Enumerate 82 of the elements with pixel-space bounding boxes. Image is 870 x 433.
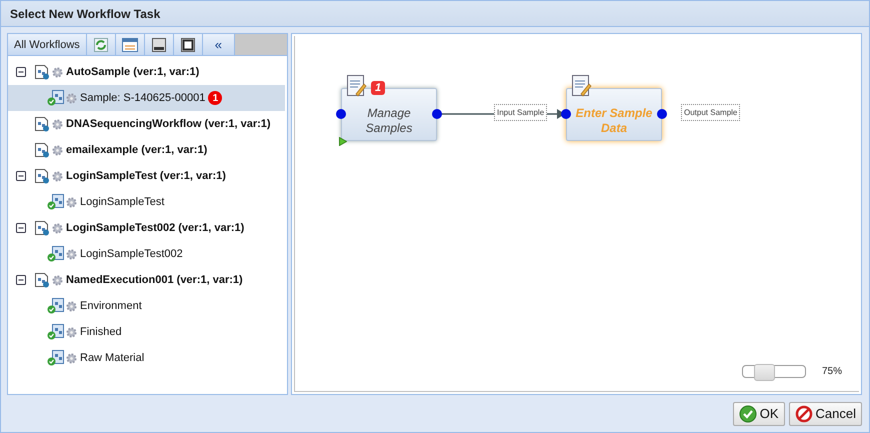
workflow-name: LoginSampleTest (ver:1, var:1) — [66, 170, 226, 182]
task-icon — [47, 194, 64, 210]
port-dot[interactable] — [561, 109, 571, 119]
workflow-name: emailexample (ver:1, var:1) — [66, 144, 208, 156]
task-name: Raw Material — [80, 352, 144, 364]
task-icon — [47, 324, 64, 340]
collapse-icon[interactable] — [16, 171, 26, 181]
zoom-slider[interactable] — [742, 365, 806, 378]
tree-item[interactable]: Finished — [8, 319, 285, 345]
prohibited-icon — [794, 404, 813, 422]
workflow-name: AutoSample (ver:1, var:1) — [66, 66, 200, 78]
tree-item[interactable]: emailexample (ver:1, var:1) — [8, 137, 285, 163]
workflow-icon — [34, 168, 50, 184]
task-title: Enter Sample Data — [574, 106, 654, 136]
count-badge: 1 — [208, 91, 222, 105]
task-icon — [47, 246, 64, 262]
gear-icon — [52, 144, 63, 156]
gear-icon — [52, 170, 63, 182]
task-title: Manage Samples — [364, 106, 414, 136]
workflow-icon — [34, 220, 50, 236]
collapse-icon[interactable] — [16, 67, 26, 77]
refresh-icon — [94, 38, 108, 52]
tree-item[interactable]: AutoSample (ver:1, var:1) — [8, 59, 285, 85]
notepad-icon — [346, 74, 368, 98]
gear-icon — [52, 222, 63, 234]
task-name: LoginSampleTest002 — [80, 248, 183, 260]
tree-item[interactable]: LoginSampleTest002 (ver:1, var:1) — [8, 215, 285, 241]
port-label: Input Sample — [494, 104, 548, 121]
tree-item[interactable]: LoginSampleTest002 — [8, 241, 285, 267]
tree-item[interactable]: NamedExecution001 (ver:1, var:1) — [8, 267, 285, 293]
workflow-name: LoginSampleTest002 (ver:1, var:1) — [66, 222, 244, 234]
workflow-icon — [34, 272, 50, 288]
tree-item[interactable]: DNASequencingWorkflow (ver:1, var:1) — [8, 111, 285, 137]
gear-icon — [66, 326, 77, 338]
list-settings-icon — [122, 38, 138, 52]
tree-item[interactable]: LoginSampleTest — [8, 189, 285, 215]
minimize-button[interactable] — [144, 34, 174, 55]
gear-icon — [66, 300, 77, 312]
tree-item[interactable]: Sample: S-140625-00001 1 — [8, 85, 285, 111]
settings-button[interactable] — [116, 34, 145, 55]
maximize-button[interactable] — [174, 34, 203, 55]
workflow-name: DNASequencingWorkflow (ver:1, var:1) — [66, 118, 271, 130]
notepad-icon — [571, 74, 593, 98]
task-icon — [47, 90, 64, 106]
gear-icon — [66, 352, 77, 364]
workflow-icon — [34, 64, 50, 80]
gear-icon — [52, 66, 63, 78]
task-icon — [47, 298, 64, 314]
cancel-button[interactable]: Cancel — [788, 402, 862, 426]
minimize-icon — [152, 38, 166, 52]
refresh-button[interactable] — [86, 34, 116, 55]
workflow-name: NamedExecution001 (ver:1, var:1) — [66, 274, 243, 286]
port-dot[interactable] — [336, 109, 346, 119]
maximize-icon — [180, 38, 195, 52]
task-name: Finished — [80, 326, 122, 338]
slider-thumb[interactable] — [754, 364, 774, 381]
port-dot[interactable] — [432, 109, 442, 119]
gear-icon — [52, 118, 63, 130]
window-title: Select New Workflow Task — [10, 6, 160, 20]
gear-icon — [66, 248, 77, 260]
workflow-icon — [34, 116, 50, 132]
count-badge: 1 — [371, 81, 385, 95]
gear-icon — [66, 92, 77, 104]
ok-button[interactable]: OK — [732, 402, 785, 426]
tree-item[interactable]: Raw Material — [8, 345, 285, 371]
zoom-reading: 75% — [822, 366, 842, 377]
gear-icon — [52, 274, 63, 286]
task-name: Environment — [80, 300, 142, 312]
port-label: Output Sample — [681, 104, 740, 121]
tree-item[interactable]: Environment — [8, 293, 285, 319]
check-icon — [738, 404, 757, 422]
port-dot[interactable] — [657, 109, 667, 119]
tree-item[interactable]: LoginSampleTest (ver:1, var:1) — [8, 163, 285, 189]
task-icon — [47, 350, 64, 366]
workflow-icon — [34, 142, 50, 158]
task-name: Sample: S-140625-00001 — [80, 92, 206, 104]
all-workflows-tab[interactable]: All Workflows — [8, 34, 87, 55]
collapse-button[interactable]: « — [202, 34, 235, 55]
collapse-icon[interactable] — [16, 275, 26, 285]
collapse-icon[interactable] — [16, 223, 26, 233]
task-name: LoginSampleTest — [80, 196, 164, 208]
gear-icon — [66, 196, 77, 208]
